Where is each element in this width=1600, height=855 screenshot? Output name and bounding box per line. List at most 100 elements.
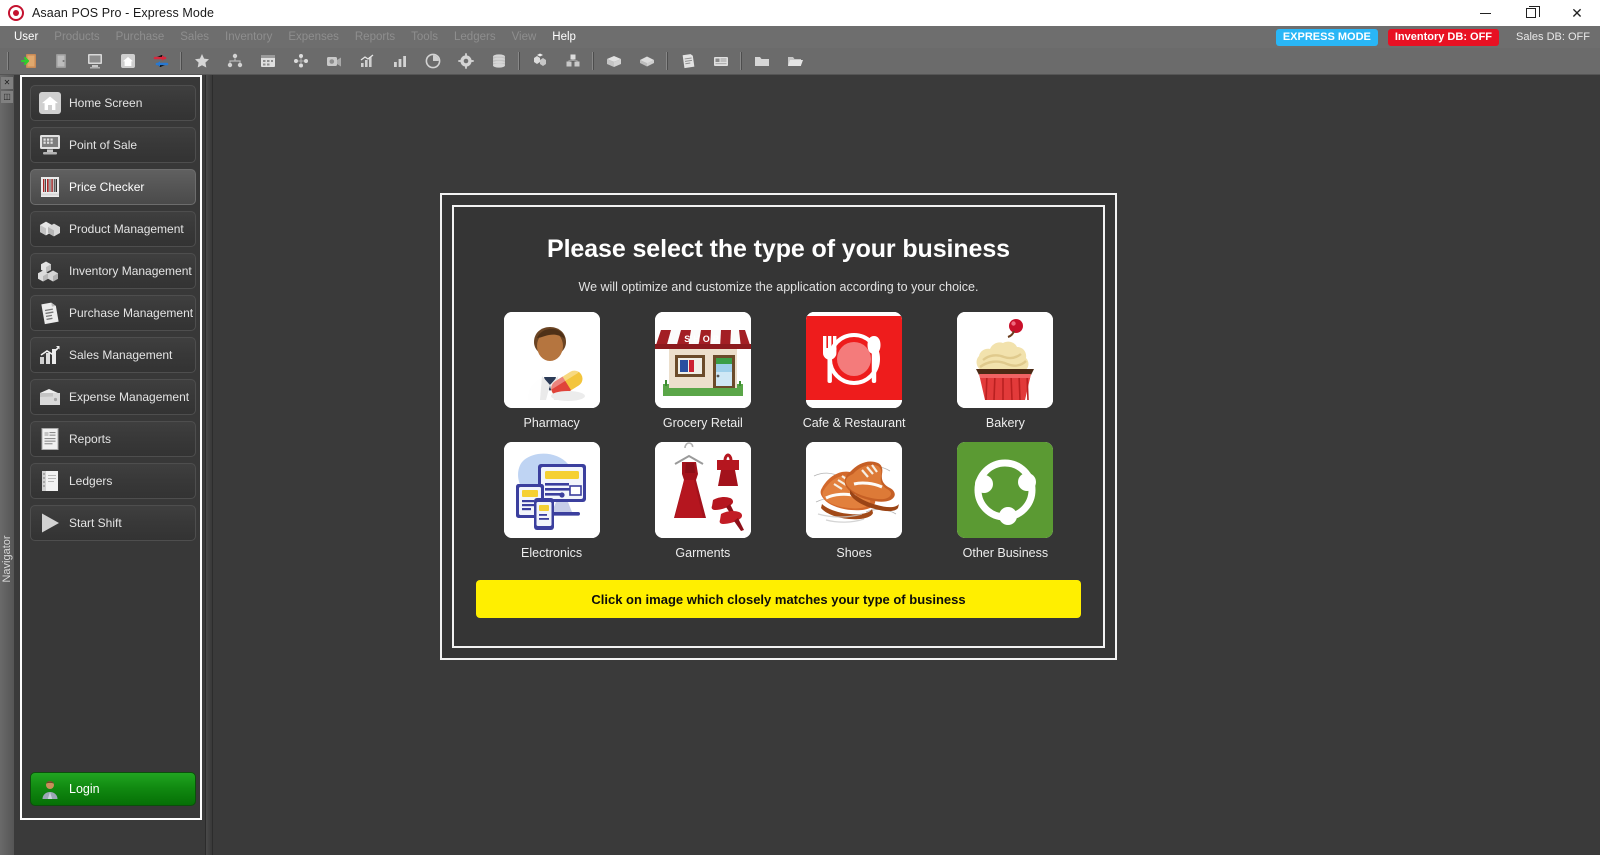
sales-chart-icon[interactable]: [350, 49, 383, 74]
pie-chart-icon[interactable]: [416, 49, 449, 74]
sidebar-item-sales-management[interactable]: Sales Management: [30, 337, 196, 373]
business-tile-electronics[interactable]: Electronics: [484, 442, 619, 560]
inventory-stack-icon[interactable]: [556, 49, 589, 74]
svg-text:SHOP: SHOP: [684, 334, 722, 344]
invoice-icon[interactable]: [671, 49, 704, 74]
sidebar-item-start-shift[interactable]: Start Shift: [30, 505, 196, 541]
business-tile-label: Shoes: [836, 546, 872, 560]
inventory-cubes-icon: [37, 258, 63, 284]
toolbar-separator: [7, 52, 9, 70]
business-type-dialog: Please select the type of your business …: [440, 193, 1117, 660]
package-icon[interactable]: [630, 49, 663, 74]
sidebar-item-point-of-sale[interactable]: Point of Sale: [30, 127, 196, 163]
report-doc-icon: [37, 426, 63, 452]
logout-door-icon[interactable]: [45, 49, 78, 74]
point-of-sale-icon[interactable]: [78, 49, 111, 74]
barcode-icon: [37, 174, 63, 200]
navigator-strip-label: Navigator: [1, 535, 13, 583]
sidebar-item-home-screen[interactable]: Home Screen: [30, 85, 196, 121]
window-controls: ✕: [1462, 0, 1600, 26]
sidebar-item-reports[interactable]: Reports: [30, 421, 196, 457]
sidebar-item-expense-management[interactable]: Expense Management: [30, 379, 196, 415]
menu-item-expenses[interactable]: Expenses: [280, 26, 347, 48]
business-tile-pharmacy[interactable]: Pharmacy: [484, 312, 619, 430]
minimize-icon[interactable]: [1462, 0, 1508, 26]
sidebar-item-label: Product Management: [69, 222, 184, 236]
home-icon[interactable]: [111, 49, 144, 74]
favorite-star-icon[interactable]: [185, 49, 218, 74]
login-button[interactable]: Login: [30, 772, 196, 806]
users-group-icon[interactable]: [284, 49, 317, 74]
sidebar-item-label: Purchase Management: [69, 306, 194, 320]
business-tile-shoes[interactable]: Shoes: [787, 442, 922, 560]
menu-item-reports[interactable]: Reports: [347, 26, 403, 48]
menu-item-products[interactable]: Products: [46, 26, 107, 48]
sidebar-item-price-checker[interactable]: Price Checker: [30, 169, 196, 205]
dress-heels-icon[interactable]: [654, 442, 751, 538]
business-tile-label: Cafe & Restaurant: [802, 416, 906, 430]
login-button-label: Login: [69, 782, 100, 796]
navigator-strip: ✕ ◫ Navigator: [0, 75, 14, 855]
business-tile-cafe-restaurant[interactable]: Cafe & Restaurant: [787, 312, 922, 430]
computer-devices-icon[interactable]: [503, 442, 600, 538]
products-boxes-icon[interactable]: [523, 49, 556, 74]
org-chart-icon[interactable]: [218, 49, 251, 74]
sidebar-item-label: Ledgers: [69, 474, 113, 488]
business-tile-grocery-retail[interactable]: SHOP Grocery Retail: [635, 312, 770, 430]
menu-item-help[interactable]: Help: [544, 26, 584, 48]
maximize-icon[interactable]: [1508, 0, 1554, 26]
sidebar-item-product-management[interactable]: Product Management: [30, 211, 196, 247]
bar-chart-icon[interactable]: [383, 49, 416, 74]
shop-front-icon[interactable]: SHOP: [654, 312, 751, 408]
folder-icon[interactable]: [745, 49, 778, 74]
sidebar-item-purchase-management[interactable]: Purchase Management: [30, 295, 196, 331]
user-avatar-icon: [39, 778, 61, 800]
calendar-icon[interactable]: [251, 49, 284, 74]
cupcake-icon[interactable]: [957, 312, 1054, 408]
toolbar-separator: [518, 52, 520, 70]
business-tile-other-business[interactable]: Other Business: [938, 442, 1073, 560]
toolbar-separator: [180, 52, 182, 70]
menu-item-tools[interactable]: Tools: [403, 26, 446, 48]
main-content-area: Please select the type of your business …: [214, 75, 1600, 855]
panel-divider[interactable]: [205, 75, 213, 855]
menu-item-sales[interactable]: Sales: [172, 26, 217, 48]
menu-item-inventory[interactable]: Inventory: [217, 26, 280, 48]
sidebar-item-label: Price Checker: [69, 180, 145, 194]
sidebar-item-label: Expense Management: [69, 390, 190, 404]
toolbar-separator: [740, 52, 742, 70]
settings-gear-icon[interactable]: [449, 49, 482, 74]
shoes-icon[interactable]: [806, 442, 903, 538]
login-door-icon[interactable]: [12, 49, 45, 74]
sidebar-item-label: Inventory Management: [69, 264, 192, 278]
business-tile-label: Other Business: [962, 546, 1049, 560]
sidebar-item-ledgers[interactable]: Ledgers: [30, 463, 196, 499]
menu-item-purchase[interactable]: Purchase: [108, 26, 173, 48]
business-tile-bakery[interactable]: Bakery: [938, 312, 1073, 430]
folder-open-icon[interactable]: [778, 49, 811, 74]
menu-item-user[interactable]: User: [6, 26, 46, 48]
app-record-circle-icon: [8, 5, 24, 21]
menu-item-view[interactable]: View: [504, 26, 545, 48]
camera-icon[interactable]: [317, 49, 350, 74]
pin-panel-icon[interactable]: ◫: [1, 91, 13, 103]
toolbar-separator: [592, 52, 594, 70]
window-title: Asaan POS Pro - Express Mode: [32, 6, 215, 20]
transfer-arrows-icon[interactable]: [144, 49, 177, 74]
sidebar-item-label: Start Shift: [69, 516, 122, 530]
status-badge: Inventory DB: OFF: [1387, 28, 1500, 46]
network-circle-icon[interactable]: [957, 442, 1054, 538]
business-type-dialog-inner: Please select the type of your business …: [452, 205, 1105, 648]
close-panel-icon[interactable]: ✕: [1, 77, 13, 89]
open-box-icon[interactable]: [597, 49, 630, 74]
close-icon[interactable]: ✕: [1554, 0, 1600, 26]
status-badges: EXPRESS MODE Inventory DB: OFF Sales DB: O…: [1275, 26, 1592, 48]
cutlery-plate-icon[interactable]: [806, 312, 903, 408]
business-tile-garments[interactable]: Garments: [635, 442, 770, 560]
hint-banner: Click on image which closely matches you…: [476, 580, 1081, 618]
sidebar-item-inventory-management[interactable]: Inventory Management: [30, 253, 196, 289]
card-icon[interactable]: [704, 49, 737, 74]
menu-item-ledgers[interactable]: Ledgers: [446, 26, 504, 48]
pharmacist-icon[interactable]: [503, 312, 600, 408]
database-icon[interactable]: [482, 49, 515, 74]
